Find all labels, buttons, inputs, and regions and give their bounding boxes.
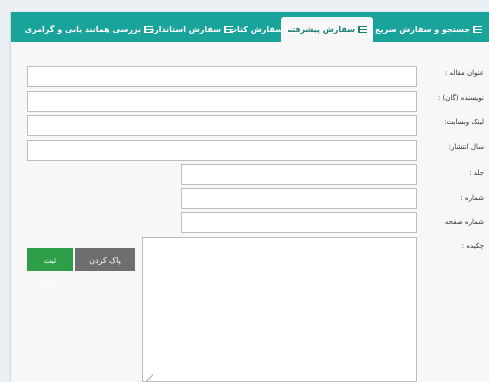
list-icon — [224, 26, 233, 33]
abstract-label: چکیده : — [461, 242, 484, 250]
volume-label: جلد : — [469, 169, 484, 177]
abstract-textarea[interactable] — [142, 237, 417, 382]
submit-order-button[interactable]: ثبت سفارش — [27, 248, 73, 288]
page-number-label: شماره صفحه — [444, 218, 484, 226]
tab-book-order[interactable]: سفارش کتاب — [229, 19, 295, 42]
issue-number-label: شماره : — [460, 194, 484, 202]
resize-handle[interactable] — [145, 374, 153, 382]
list-icon — [473, 26, 482, 33]
tab-standard-order[interactable]: سفارش استاندارد — [150, 19, 233, 42]
tab-quick-search-order[interactable]: جستجو و سفارش سریع — [375, 19, 482, 42]
tab-label: سفارش کتاب — [228, 25, 283, 34]
author-input[interactable] — [27, 91, 417, 112]
website-link-label: لینک وبسایت: — [444, 118, 484, 126]
list-icon — [144, 26, 153, 33]
article-title-label: عنوان مقاله : — [444, 69, 484, 77]
list-icon — [286, 26, 295, 33]
tab-label: جستجو و سفارش سریع — [375, 25, 470, 34]
tab-label: سفارش پیشرفته — [287, 25, 355, 34]
article-title-input[interactable] — [27, 66, 417, 87]
clear-button[interactable]: پاک کردن — [75, 248, 135, 271]
publish-year-label: سال انتشار: — [448, 143, 484, 151]
publish-year-input[interactable] — [27, 140, 417, 161]
tab-label: بررسی همانند یابی و گرامری — [24, 25, 141, 34]
page-number-input[interactable] — [181, 212, 417, 233]
tab-label: سفارش استاندارد — [149, 25, 221, 34]
tab-bar: جستجو و سفارش سریع سفارش پیشرفته سفارش ک… — [11, 12, 489, 42]
list-icon — [358, 26, 367, 33]
tab-plagiarism-grammar-check[interactable]: بررسی همانند یابی و گرامری — [25, 19, 153, 42]
author-label: نویسنده (گان) : — [437, 94, 484, 102]
website-link-input[interactable] — [27, 115, 417, 136]
advanced-order-panel: جستجو و سفارش سریع سفارش پیشرفته سفارش ک… — [10, 12, 489, 382]
volume-input[interactable] — [181, 164, 417, 185]
issue-number-input[interactable] — [181, 188, 417, 209]
